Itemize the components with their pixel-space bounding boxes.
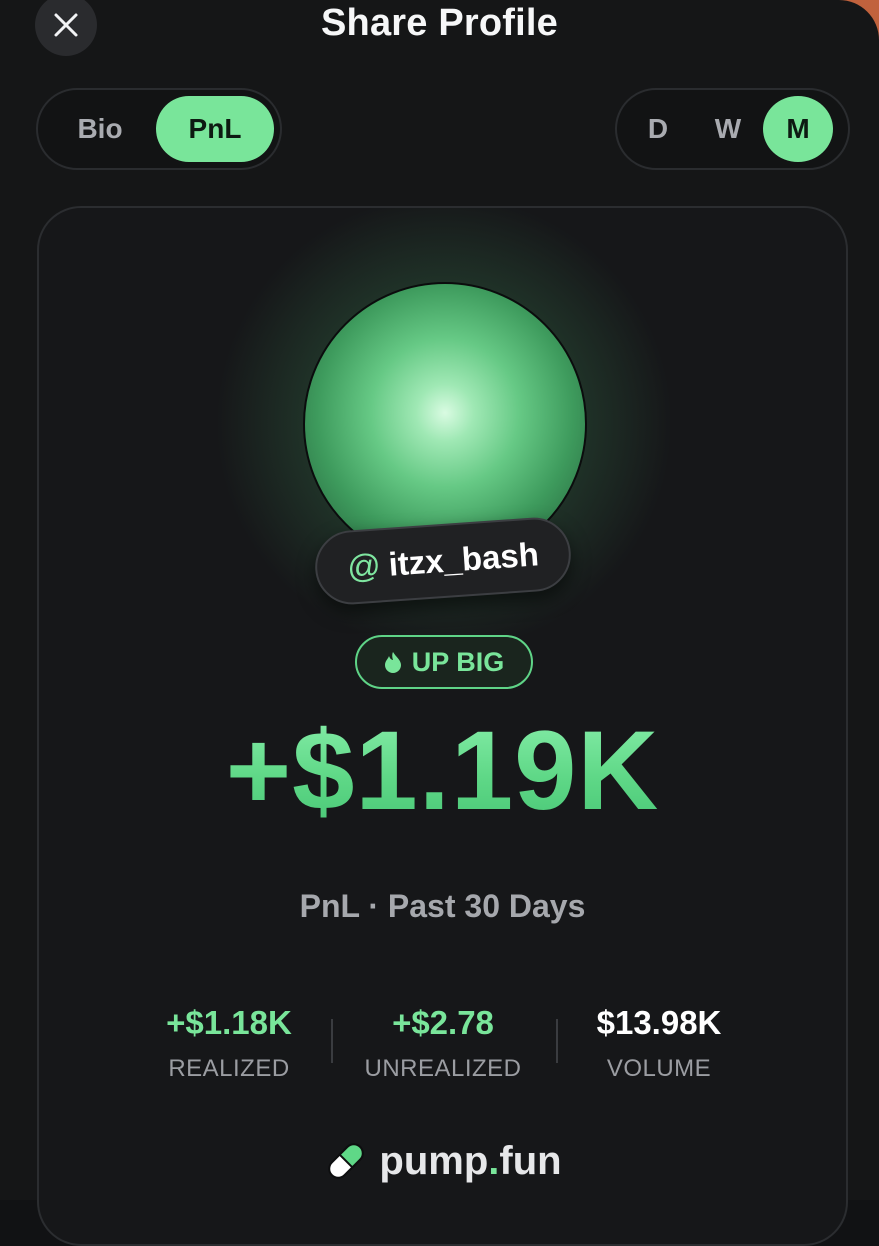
brand-name: pump.fun: [379, 1138, 562, 1183]
stat-unrealized-label: UNREALIZED: [364, 1055, 522, 1082]
stat-realized-value: +$1.18K: [166, 1004, 292, 1041]
pnl-period: PnL · Past 30 Days: [299, 888, 586, 924]
stat-volume: $13.98K VOLUME: [559, 1003, 759, 1083]
brand-logo: pump.fun: [39, 1138, 846, 1184]
pnl-amount: +$1.19K: [39, 706, 846, 835]
stat-realized: +$1.18K REALIZED: [129, 1003, 329, 1083]
tab-bio[interactable]: Bio: [44, 96, 156, 162]
pnl-card: @ itzx_bash UP BIG +$1.19K PnL · Past 30…: [37, 206, 848, 1246]
flame-icon: [384, 652, 401, 673]
period-toggle: D W M: [615, 88, 850, 170]
view-toggle: Bio PnL: [36, 88, 282, 170]
stat-volume-value: $13.98K: [596, 1004, 722, 1041]
at-sign: @: [345, 546, 382, 586]
stat-volume-label: VOLUME: [606, 1055, 712, 1082]
page-title: Share Profile: [320, 2, 559, 44]
stat-unrealized-value: +$2.78: [392, 1004, 494, 1041]
share-profile-sheet: Share Profile Bio PnL D W M @ itzx_bash …: [0, 0, 879, 1246]
tab-month[interactable]: M: [763, 96, 833, 162]
tab-day[interactable]: D: [623, 96, 693, 162]
pill-icon: [328, 1143, 365, 1179]
tab-pnl[interactable]: PnL: [156, 96, 274, 162]
username: itzx_bash: [387, 535, 540, 583]
tab-week[interactable]: W: [693, 96, 763, 162]
stats-row: +$1.18K REALIZED +$2.78 UNREALIZED $13.9…: [39, 1003, 846, 1093]
stat-divider: [556, 1019, 558, 1063]
stat-unrealized: +$2.78 UNREALIZED: [343, 1003, 543, 1083]
stat-realized-label: REALIZED: [168, 1055, 290, 1082]
stat-divider: [331, 1019, 333, 1063]
status-badge-label: UP BIG: [411, 646, 505, 677]
status-badge: UP BIG: [355, 635, 533, 689]
